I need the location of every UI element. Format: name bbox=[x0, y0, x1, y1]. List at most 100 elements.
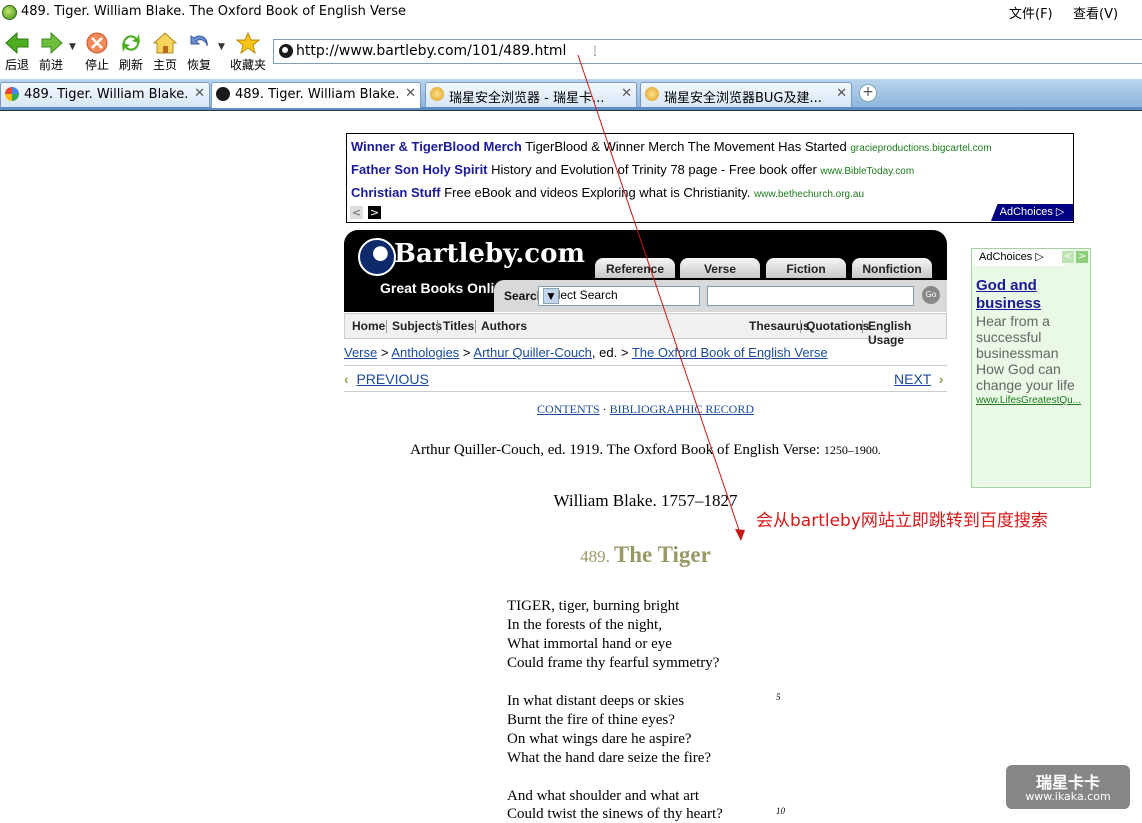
favorites-button[interactable]: 收藏夹 bbox=[228, 30, 268, 76]
restore-dropdown-icon[interactable]: ▼ bbox=[218, 42, 225, 52]
tab-verse[interactable]: Verse bbox=[680, 258, 760, 278]
site-header: Bartleby.com Great Books Online Referenc… bbox=[344, 230, 947, 312]
watermark: 瑞星卡卡 www.ikaka.com bbox=[1006, 765, 1130, 809]
contents-link[interactable]: CONTENTS bbox=[537, 402, 600, 416]
search-input[interactable] bbox=[707, 286, 914, 306]
search-select[interactable]: Select Search ▼ bbox=[538, 286, 700, 306]
tab-1[interactable]: 489. Tiger. William Blake... ✕ bbox=[0, 82, 210, 107]
home-button[interactable]: 主页 bbox=[150, 30, 180, 76]
nav-divider bbox=[386, 320, 387, 333]
window-title: 489. Tiger. William Blake. The Oxford Bo… bbox=[21, 4, 406, 19]
menu-view[interactable]: 查看(V) bbox=[1073, 3, 1118, 22]
nav-divider bbox=[862, 320, 863, 333]
home-icon bbox=[153, 32, 177, 54]
adchoices-badge[interactable]: AdChoices ▷ bbox=[991, 204, 1073, 221]
undo-icon bbox=[190, 35, 208, 47]
stop-button[interactable]: 停止 bbox=[82, 30, 112, 76]
side-ad-url[interactable]: www.LifesGreatestQu... bbox=[976, 395, 1081, 406]
chevron-down-icon[interactable]: ▼ bbox=[543, 288, 559, 304]
site-logo[interactable]: Bartleby.com bbox=[394, 239, 585, 269]
address-bar[interactable]: http://www.bartleby.com/101/489.html bbox=[273, 39, 1142, 64]
tab-3[interactable]: 瑞星安全浏览器 - 瑞星卡... ✕ bbox=[425, 82, 637, 107]
poem-line: What immortal hand or eye bbox=[507, 636, 672, 652]
side-ad-unit: AdChoices ▷ < > God and business Hear fr… bbox=[971, 248, 1091, 488]
next-link[interactable]: NEXT › bbox=[894, 371, 944, 387]
forward-dropdown-icon[interactable]: ▼ bbox=[69, 42, 76, 52]
nav-home[interactable]: Home bbox=[352, 319, 385, 333]
poem-line: In the forests of the night, bbox=[507, 617, 662, 633]
ad-item-3[interactable]: Christian Stuff Free eBook and videos Ex… bbox=[351, 185, 864, 200]
biblio-link[interactable]: BIBLIOGRAPHIC RECORD bbox=[610, 402, 754, 416]
ad-item-1[interactable]: Winner & TigerBlood Merch TigerBlood & W… bbox=[351, 139, 992, 154]
tab-bar: 489. Tiger. William Blake... ✕ 489. Tige… bbox=[0, 79, 1142, 110]
google-icon bbox=[5, 87, 19, 101]
nav-english-usage[interactable]: English Usage bbox=[868, 319, 946, 347]
annotation-text: 会从bartleby网站立即跳转到百度搜索 bbox=[756, 511, 1048, 531]
breadcrumb: Verse > Anthologies > Arthur Quiller-Cou… bbox=[344, 345, 828, 360]
poem-title: 489. The Tiger bbox=[580, 542, 711, 567]
poem-line: Could twist the sinews of thy heart? bbox=[507, 806, 723, 822]
ad-item-2[interactable]: Father Son Holy Spirit History and Evolu… bbox=[351, 162, 914, 177]
ad-prev-icon[interactable]: < bbox=[350, 206, 363, 219]
site-search-bar: Search Select Search ▼ Go bbox=[494, 280, 947, 312]
refresh-button[interactable]: 刷新 bbox=[116, 30, 146, 76]
browser-logo-icon bbox=[2, 5, 17, 20]
title-bar: 489. Tiger. William Blake. The Oxford Bo… bbox=[0, 0, 1142, 28]
nav-authors[interactable]: Authors bbox=[481, 319, 527, 333]
adchoices-badge[interactable]: AdChoices ▷ bbox=[972, 249, 1065, 266]
divider bbox=[344, 391, 947, 392]
restore-button[interactable]: 恢复 bbox=[184, 30, 214, 76]
rising-icon bbox=[645, 87, 659, 101]
rising-icon bbox=[430, 87, 444, 101]
site-tagline: Great Books Online bbox=[380, 280, 511, 296]
globe-icon bbox=[216, 87, 230, 101]
nav-titles[interactable]: Titles bbox=[443, 319, 474, 333]
stop-icon bbox=[86, 32, 108, 54]
back-button[interactable]: 后退 bbox=[2, 30, 32, 76]
line-number: 5 bbox=[776, 692, 781, 702]
breadcrumb-editor[interactable]: Arthur Quiller-Couch bbox=[473, 345, 592, 360]
close-icon[interactable]: ✕ bbox=[405, 86, 416, 101]
menu-file[interactable]: 文件(F) bbox=[1009, 3, 1053, 22]
star-icon bbox=[236, 32, 260, 54]
nav-divider bbox=[800, 320, 801, 333]
back-arrow-icon bbox=[5, 32, 29, 54]
globe-icon bbox=[279, 44, 293, 58]
poem-line: In what distant deeps or skies bbox=[507, 693, 685, 709]
poem-line: What the hand dare seize the fire? bbox=[507, 750, 712, 766]
side-ad-title[interactable]: God and business bbox=[976, 277, 1086, 313]
line-number: 10 bbox=[776, 806, 785, 816]
bartleby-logo-icon[interactable] bbox=[358, 238, 396, 276]
tab-fiction[interactable]: Fiction bbox=[766, 258, 846, 278]
previous-link[interactable]: ‹ PREVIOUS bbox=[344, 371, 429, 387]
side-ad-desc: Hear from a successful businessman How G… bbox=[976, 313, 1075, 393]
close-icon[interactable]: ✕ bbox=[194, 86, 205, 101]
poem-line: TIGER, tiger, burning bright bbox=[507, 598, 680, 614]
address-url[interactable]: http://www.bartleby.com/101/489.html bbox=[296, 43, 566, 59]
new-tab-plus-icon[interactable]: + bbox=[859, 84, 877, 102]
chevron-left-icon: ‹ bbox=[344, 371, 349, 387]
citation: Arthur Quiller-Couch, ed. 1919. The Oxfo… bbox=[410, 442, 881, 458]
text-cursor-icon bbox=[594, 46, 596, 56]
ad-next-icon[interactable]: > bbox=[368, 206, 381, 219]
site-nav: Home Subjects Titles Authors Thesaurus Q… bbox=[344, 313, 947, 347]
poem-line: On what wings dare he aspire? bbox=[507, 731, 692, 747]
close-icon[interactable]: ✕ bbox=[621, 86, 632, 101]
close-icon[interactable]: ✕ bbox=[836, 86, 847, 101]
breadcrumb-verse[interactable]: Verse bbox=[344, 345, 377, 360]
forward-button[interactable]: 前进 bbox=[36, 30, 66, 76]
forward-arrow-icon bbox=[41, 32, 63, 54]
tab-2[interactable]: 489. Tiger. William Blake... ✕ bbox=[211, 82, 421, 108]
ad-next-icon[interactable]: > bbox=[1076, 251, 1088, 263]
breadcrumb-book[interactable]: The Oxford Book of English Verse bbox=[632, 345, 828, 360]
nav-divider bbox=[475, 320, 476, 333]
poem-line: Burnt the fire of thine eyes? bbox=[507, 712, 675, 728]
ad-prev-icon[interactable]: < bbox=[1062, 251, 1074, 263]
nav-quotations[interactable]: Quotations bbox=[806, 319, 869, 333]
tab-reference[interactable]: Reference bbox=[595, 258, 675, 278]
tab-nonfiction[interactable]: Nonfiction bbox=[852, 258, 932, 278]
nav-subjects[interactable]: Subjects bbox=[392, 319, 442, 333]
go-button[interactable]: Go bbox=[922, 286, 940, 304]
tab-4[interactable]: 瑞星安全浏览器BUG及建... ✕ bbox=[640, 82, 852, 107]
breadcrumb-anthologies[interactable]: Anthologies bbox=[391, 345, 459, 360]
